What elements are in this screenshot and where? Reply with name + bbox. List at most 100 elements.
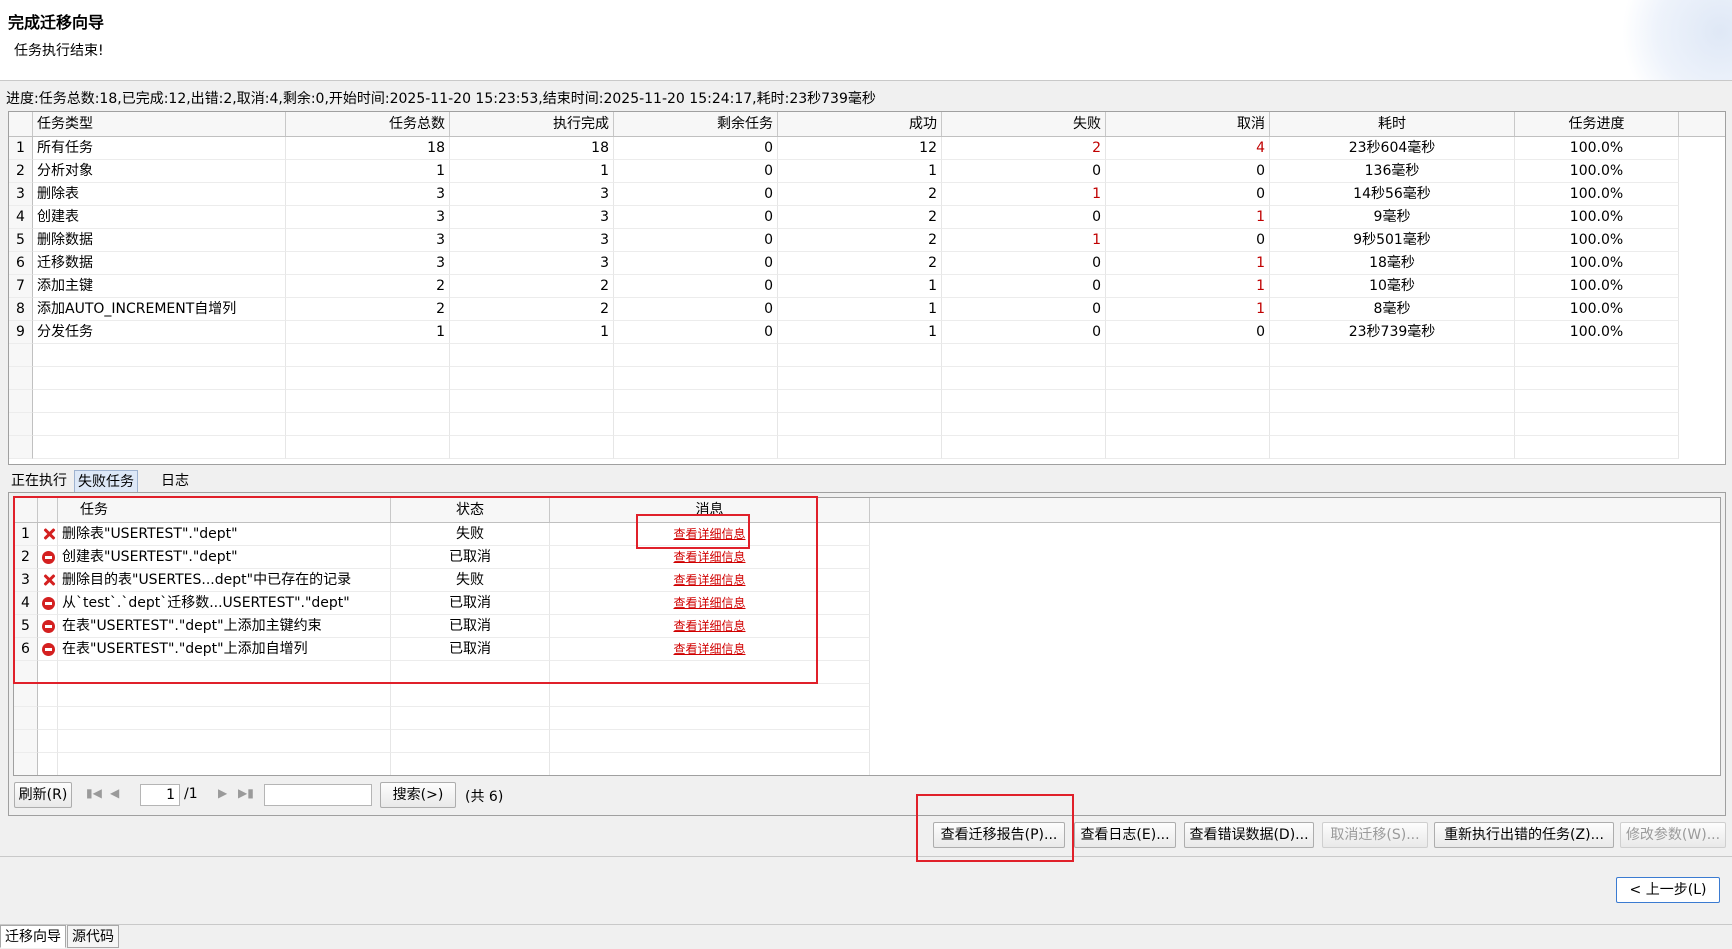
table-cell: 1 — [450, 321, 614, 344]
table-row[interactable]: 6 迁移数据 3 3 0 2 0 1 18毫秒 100.0% — [9, 252, 1725, 275]
tab-log[interactable]: 日志 — [158, 470, 192, 492]
table-row[interactable]: 3 删除表 3 3 0 2 1 0 14秒56毫秒 100.0% — [9, 183, 1725, 206]
table-cell: 23秒739毫秒 — [1270, 321, 1515, 344]
row-number — [14, 753, 38, 775]
first-page-icon[interactable]: ▮◀ — [86, 786, 102, 800]
table-cell — [778, 367, 942, 390]
table-cell — [1515, 344, 1679, 367]
view-log-button[interactable]: 查看日志(E)... — [1074, 822, 1176, 848]
table-row[interactable]: 1 所有任务 18 18 0 12 2 4 23秒604毫秒 100.0% — [9, 137, 1725, 160]
wizard-title: 完成迁移向导 — [8, 13, 105, 32]
table-cell: 3 — [286, 206, 450, 229]
table-cell — [550, 730, 870, 753]
page-number-input[interactable]: 1 — [140, 784, 180, 806]
empty-row — [9, 390, 1725, 413]
table-row[interactable]: 7 添加主键 2 2 0 1 0 1 10毫秒 100.0% — [9, 275, 1725, 298]
table-cell: 0 — [942, 206, 1106, 229]
table-cell: 1 — [778, 298, 942, 321]
table-cell — [614, 436, 778, 459]
row-number — [9, 390, 33, 413]
annotation-box-detail-link — [636, 514, 750, 549]
table-cell: 删除表 — [33, 183, 286, 206]
table-cell: 100.0% — [1515, 321, 1679, 344]
table-cell — [1515, 367, 1679, 390]
row-number: 9 — [9, 321, 33, 344]
table-cell — [1106, 344, 1270, 367]
table-cell — [550, 684, 870, 707]
tab-failed-tasks[interactable]: 失败任务 — [74, 470, 138, 492]
table-row[interactable]: 4 创建表 3 3 0 2 0 1 9毫秒 100.0% — [9, 206, 1725, 229]
tab-migration-wizard[interactable]: 迁移向导 — [0, 925, 66, 948]
table-cell — [38, 684, 58, 707]
header-decoration — [1612, 0, 1732, 80]
search-input[interactable] — [264, 784, 372, 806]
table-cell — [1106, 436, 1270, 459]
empty-row — [14, 684, 1720, 707]
table-cell — [38, 730, 58, 753]
table-cell: 2 — [450, 298, 614, 321]
table-row[interactable]: 8 添加AUTO_INCREMENT自增列 2 2 0 1 0 1 8毫秒 100.0% — [9, 298, 1725, 321]
table-cell: 100.0% — [1515, 160, 1679, 183]
table-row[interactable]: 2 分析对象 1 1 0 1 0 0 136毫秒 100.0% — [9, 160, 1725, 183]
table-cell — [286, 367, 450, 390]
row-number: 1 — [9, 137, 33, 160]
table-cell: 8毫秒 — [1270, 298, 1515, 321]
tab-running[interactable]: 正在执行 — [8, 470, 70, 492]
table-cell: 3 — [286, 229, 450, 252]
table-cell: 2 — [778, 206, 942, 229]
table-cell — [33, 436, 286, 459]
table-cell: 删除数据 — [33, 229, 286, 252]
table-cell — [1515, 390, 1679, 413]
empty-row — [14, 730, 1720, 753]
table-cell — [58, 753, 391, 775]
table-cell: 1 — [778, 160, 942, 183]
table-cell: 1 — [1106, 252, 1270, 275]
table-cell — [286, 436, 450, 459]
cancel-migration-button[interactable]: 取消迁移(S)... — [1322, 822, 1428, 848]
table-cell: 9毫秒 — [1270, 206, 1515, 229]
view-error-data-button[interactable]: 查看错误数据(D)... — [1184, 822, 1314, 848]
table-cell: 3 — [450, 252, 614, 275]
row-number: 2 — [9, 160, 33, 183]
refresh-button[interactable]: 刷新(R) — [14, 782, 72, 808]
modify-params-button[interactable]: 修改参数(W)... — [1620, 822, 1726, 848]
search-button[interactable]: 搜索(>) — [380, 782, 456, 808]
table-cell: 迁移数据 — [33, 252, 286, 275]
row-number — [9, 367, 33, 390]
table-cell — [58, 684, 391, 707]
prev-page-icon[interactable]: ◀ — [110, 786, 119, 800]
table-cell: 100.0% — [1515, 137, 1679, 160]
table-cell: 100.0% — [1515, 275, 1679, 298]
table-cell — [33, 344, 286, 367]
rerun-failed-tasks-button[interactable]: 重新执行出错的任务(Z)... — [1434, 822, 1614, 848]
back-button[interactable]: < 上一步(L) — [1616, 877, 1720, 903]
table-cell: 0 — [942, 321, 1106, 344]
table-cell: 1 — [1106, 275, 1270, 298]
last-page-icon[interactable]: ▶▮ — [238, 786, 254, 800]
table-cell — [1106, 367, 1270, 390]
wizard-header: 完成迁移向导 任务执行结束! — [0, 0, 1732, 81]
tab-source-code[interactable]: 源代码 — [67, 925, 119, 948]
table-cell: 0 — [614, 229, 778, 252]
summary-header-cell: 剩余任务 — [614, 112, 778, 136]
table-cell — [942, 436, 1106, 459]
next-page-icon[interactable]: ▶ — [218, 786, 227, 800]
table-cell — [778, 344, 942, 367]
table-cell: 18毫秒 — [1270, 252, 1515, 275]
row-number: 3 — [9, 183, 33, 206]
table-cell — [1270, 413, 1515, 436]
row-number — [9, 413, 33, 436]
summary-header-cell: 耗时 — [1270, 112, 1515, 136]
table-cell — [391, 753, 550, 775]
summary-header-cell: 成功 — [778, 112, 942, 136]
table-row[interactable]: 9 分发任务 1 1 0 1 0 0 23秒739毫秒 100.0% — [9, 321, 1725, 344]
table-cell — [33, 390, 286, 413]
summary-header-cell: 任务类型 — [33, 112, 286, 136]
table-cell: 1 — [286, 160, 450, 183]
table-cell — [33, 367, 286, 390]
table-row[interactable]: 5 删除数据 3 3 0 2 1 0 9秒501毫秒 100.0% — [9, 229, 1725, 252]
table-cell — [550, 707, 870, 730]
table-cell — [614, 367, 778, 390]
table-cell: 3 — [450, 183, 614, 206]
table-cell: 9秒501毫秒 — [1270, 229, 1515, 252]
